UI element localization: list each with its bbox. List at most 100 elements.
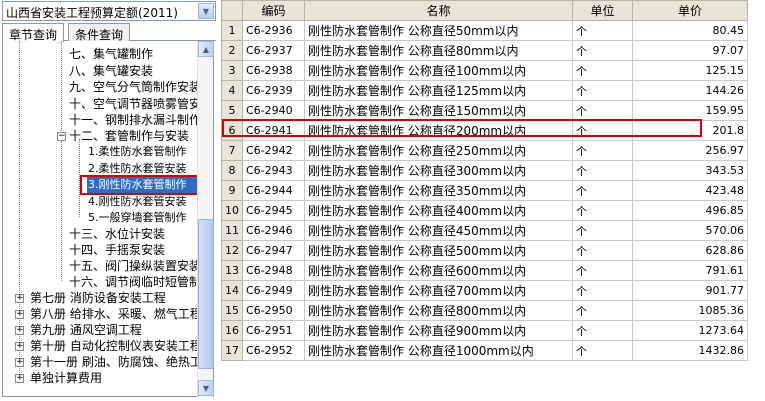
price-cell[interactable]: 570.06 xyxy=(632,220,748,241)
code-cell[interactable]: C6-2938 xyxy=(242,60,305,81)
price-cell[interactable]: 144.26 xyxy=(632,80,748,101)
unit-cell[interactable]: 个 xyxy=(572,180,633,201)
row-number[interactable]: 15 xyxy=(221,300,243,321)
tree-node[interactable]: 十六、调节阀临时短管制 xyxy=(69,274,201,290)
name-cell[interactable]: 刚性防水套管制作 公称直径300mm以内 xyxy=(304,160,573,181)
tree-node[interactable]: 第七册 消防设备安装工程 xyxy=(30,290,166,306)
tab-chapter-query[interactable]: 章节查询 xyxy=(2,23,65,42)
row-number[interactable]: 14 xyxy=(221,280,243,301)
row-number[interactable]: 11 xyxy=(221,220,243,241)
unit-cell[interactable]: 个 xyxy=(572,80,633,101)
name-cell[interactable]: 刚性防水套管制作 公称直径50mm以内 xyxy=(304,20,573,41)
plus-icon[interactable]: + xyxy=(15,374,24,383)
table-row[interactable]: 8 C6-2943 刚性防水套管制作 公称直径300mm以内个 343.53 xyxy=(221,160,748,181)
name-cell[interactable]: 刚性防水套管制作 公称直径900mm以内 xyxy=(304,320,573,341)
row-number[interactable]: 3 xyxy=(221,60,243,81)
header-price[interactable]: 单价 xyxy=(632,0,748,21)
tab-condition-query[interactable]: 条件查询 xyxy=(68,23,131,42)
tree-node[interactable]: 第九册 通风空调工程 xyxy=(30,322,142,338)
table-row[interactable]: 14 C6-2949 刚性防水套管制作 公称直径700mm以内个 901.77 xyxy=(221,280,748,301)
price-cell[interactable]: 159.95 xyxy=(632,100,748,121)
unit-cell[interactable]: 个 xyxy=(572,260,633,281)
price-cell[interactable]: 97.07 xyxy=(632,40,748,61)
minus-icon[interactable]: − xyxy=(57,132,66,141)
name-cell[interactable]: 刚性防水套管制作 公称直径700mm以内 xyxy=(304,280,573,301)
row-number[interactable]: 12 xyxy=(221,240,243,261)
tree-node[interactable]: 5.一般穿墙套管制作 xyxy=(88,210,187,226)
price-cell[interactable]: 791.61 xyxy=(632,260,748,281)
name-cell[interactable]: 刚性防水套管制作 公称直径600mm以内 xyxy=(304,260,573,281)
table-row[interactable]: 9 C6-2944 刚性防水套管制作 公称直径350mm以内个 423.48 xyxy=(221,180,748,201)
table-row[interactable]: 17 C6-2952 刚性防水套管制作 公称直径1000mm以内个 1432.86 xyxy=(221,340,748,361)
code-cell[interactable]: C6-2939 xyxy=(242,80,305,101)
arrow-up-icon[interactable]: ▲ xyxy=(198,41,214,57)
row-number[interactable]: 9 xyxy=(221,180,243,201)
price-cell[interactable]: 1432.86 xyxy=(632,340,748,361)
unit-cell[interactable]: 个 xyxy=(572,60,633,81)
price-cell[interactable]: 1273.64 xyxy=(632,320,748,341)
row-number[interactable]: 7 xyxy=(221,140,243,161)
name-cell[interactable]: 刚性防水套管制作 公称直径250mm以内 xyxy=(304,140,573,161)
row-number[interactable]: 16 xyxy=(221,320,243,341)
table-row[interactable]: 2 C6-2937 刚性防水套管制作 公称直径80mm以内个 97.07 xyxy=(221,40,748,61)
plus-icon[interactable]: + xyxy=(15,326,24,335)
tree-node[interactable]: 十四、手摇泵安装 xyxy=(69,242,165,258)
code-cell[interactable]: C6-2940 xyxy=(242,100,305,121)
chevron-down-icon[interactable]: ▼ xyxy=(198,3,214,19)
unit-cell[interactable]: 个 xyxy=(572,220,633,241)
code-cell[interactable]: C6-2944 xyxy=(242,180,305,201)
tree-node[interactable]: 十、空气调节器喷雾管安装 xyxy=(69,96,213,112)
tree-node[interactable]: 九、空气分气筒制作安装 xyxy=(69,79,201,95)
table-row[interactable]: 10 C6-2945 刚性防水套管制作 公称直径400mm以内个 496.85 xyxy=(221,200,748,221)
tree-node[interactable]: 第十一册 刷油、防腐蚀、绝热工程 xyxy=(30,354,213,370)
tree-node[interactable]: 第十册 自动化控制仪表安装工程 xyxy=(30,338,202,354)
row-number[interactable]: 5 xyxy=(221,100,243,121)
table-row[interactable]: 3 C6-2938 刚性防水套管制作 公称直径100mm以内个 125.15 xyxy=(221,60,748,81)
tree-node[interactable]: 七、集气罐制作 xyxy=(69,46,153,62)
plus-icon[interactable]: + xyxy=(15,310,24,319)
row-number[interactable]: 1 xyxy=(221,20,243,41)
price-cell[interactable]: 125.15 xyxy=(632,60,748,81)
table-row[interactable]: 12 C6-2947 刚性防水套管制作 公称直径500mm以内个 628.86 xyxy=(221,240,748,261)
unit-cell[interactable]: 个 xyxy=(572,100,633,121)
price-cell[interactable]: 343.53 xyxy=(632,160,748,181)
code-cell[interactable]: C6-2947 xyxy=(242,240,305,261)
table-row[interactable]: 11 C6-2946 刚性防水套管制作 公称直径450mm以内个 570.06 xyxy=(221,220,748,241)
table-row[interactable]: 15 C6-2950 刚性防水套管制作 公称直径800mm以内个 1085.36 xyxy=(221,300,748,321)
plus-icon[interactable]: + xyxy=(15,342,24,351)
unit-cell[interactable]: 个 xyxy=(572,340,633,361)
row-number[interactable]: 17 xyxy=(221,340,243,361)
price-cell[interactable]: 1085.36 xyxy=(632,300,748,321)
name-cell[interactable]: 刚性防水套管制作 公称直径350mm以内 xyxy=(304,180,573,201)
unit-cell[interactable]: 个 xyxy=(572,40,633,61)
row-number[interactable]: 10 xyxy=(221,200,243,221)
table-row[interactable]: 1 C6-2936 刚性防水套管制作 公称直径50mm以内个 80.45 xyxy=(221,20,748,41)
tree-node[interactable]: 第八册 给排水、采暖、燃气工程 xyxy=(30,306,202,322)
tree-node[interactable]: 十一、钢制排水漏斗制作 xyxy=(69,112,201,128)
name-cell[interactable]: 刚性防水套管制作 公称直径800mm以内 xyxy=(304,300,573,321)
price-cell[interactable]: 256.97 xyxy=(632,140,748,161)
tree-node[interactable]: 4.刚性防水套管安装 xyxy=(88,194,187,210)
name-cell[interactable]: 刚性防水套管制作 公称直径1000mm以内 xyxy=(304,340,573,361)
code-cell[interactable]: C6-2948 xyxy=(242,260,305,281)
name-cell[interactable]: 刚性防水套管制作 公称直径450mm以内 xyxy=(304,220,573,241)
tree-scrollbar[interactable]: ▲ ▼ xyxy=(197,41,214,397)
unit-cell[interactable]: 个 xyxy=(572,320,633,341)
table-row[interactable]: 7 C6-2942 刚性防水套管制作 公称直径250mm以内个 256.97 xyxy=(221,140,748,161)
code-cell[interactable]: C6-2950 xyxy=(242,300,305,321)
header-name[interactable]: 名称 xyxy=(304,0,573,21)
tree-node[interactable]: 十五、阀门操纵装置安装 xyxy=(69,258,201,274)
header-code[interactable]: 编码 xyxy=(242,0,305,21)
arrow-down-icon[interactable]: ▼ xyxy=(198,380,214,396)
code-cell[interactable]: C6-2937 xyxy=(242,40,305,61)
unit-cell[interactable]: 个 xyxy=(572,140,633,161)
table-row[interactable]: 4 C6-2939 刚性防水套管制作 公称直径125mm以内个 144.26 xyxy=(221,80,748,101)
code-cell[interactable]: C6-2936 xyxy=(242,20,305,41)
unit-cell[interactable]: 个 xyxy=(572,20,633,41)
row-number[interactable]: 8 xyxy=(221,160,243,181)
quota-select[interactable]: 山西省安装工程预算定额(2011) ▼ xyxy=(2,1,216,21)
unit-cell[interactable]: 个 xyxy=(572,200,633,221)
tree-node[interactable]: 1.柔性防水套管制作 xyxy=(88,144,187,160)
plus-icon[interactable]: + xyxy=(15,294,24,303)
price-cell[interactable]: 628.86 xyxy=(632,240,748,261)
